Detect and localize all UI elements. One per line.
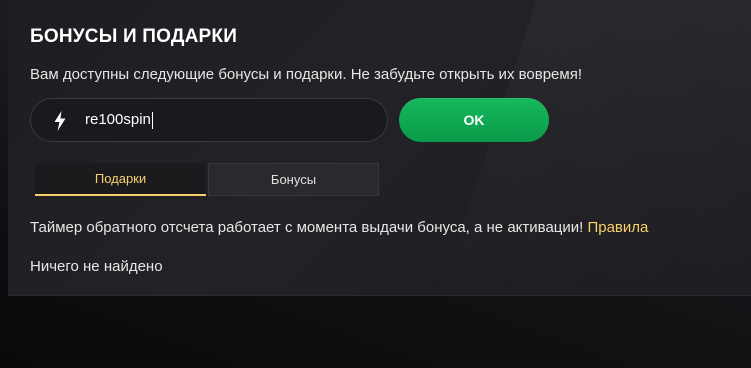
empty-state-message: Ничего не найдено: [30, 258, 163, 275]
ok-button[interactable]: OK: [399, 98, 549, 142]
panel-subtitle: Вам доступны следующие бонусы и подарки.…: [30, 66, 583, 83]
tab-bonuses[interactable]: Бонусы: [208, 163, 379, 196]
timer-note: Таймер обратного отсчета работает с моме…: [30, 219, 648, 236]
promo-code-input[interactable]: re100spin: [30, 98, 388, 142]
panel-title: БОНУСЫ И ПОДАРКИ: [30, 26, 238, 47]
tabs-bar: Подарки Бонусы: [35, 163, 379, 196]
timer-note-text: Таймер обратного отсчета работает с моме…: [30, 219, 588, 236]
bonuses-panel: БОНУСЫ И ПОДАРКИ Вам доступны следующие …: [8, 0, 751, 296]
rules-link[interactable]: Правила: [587, 219, 648, 236]
promo-code-text: re100spin: [85, 111, 151, 128]
lightning-icon: [54, 111, 66, 131]
tab-gifts[interactable]: Подарки: [35, 163, 206, 196]
text-caret: [151, 111, 153, 129]
promo-code-value: re100spin: [85, 111, 153, 129]
